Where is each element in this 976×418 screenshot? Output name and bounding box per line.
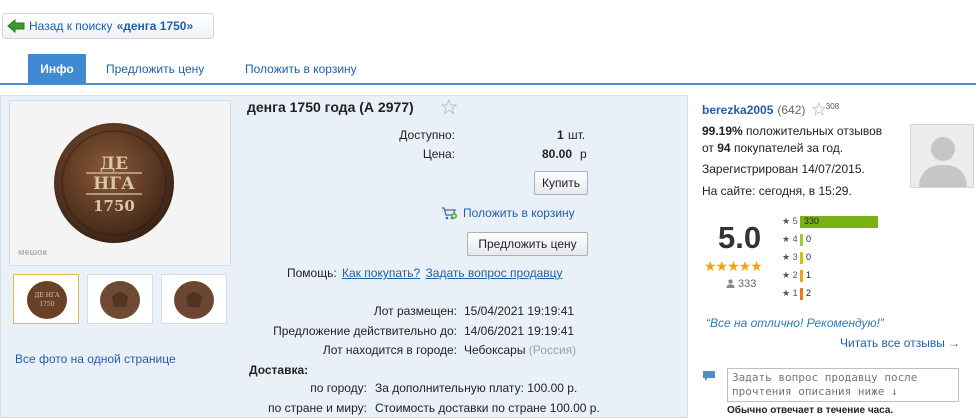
ask-seller-link[interactable]: Задать вопрос продавцу: [426, 266, 563, 280]
rating-row-count: 2: [806, 288, 812, 298]
seller-count: (642): [777, 103, 806, 117]
tab-underline: [0, 83, 976, 85]
review-count-value: 333: [738, 278, 757, 290]
price-label: Цена:: [422, 147, 455, 161]
available-unit: шт.: [568, 128, 586, 142]
delivery-city-label: по городу:: [310, 381, 367, 395]
price-value: 80.00: [542, 147, 573, 161]
rating-bar: [800, 252, 803, 264]
ask-seller-input[interactable]: [727, 368, 959, 402]
coin-image: ДЕ НГА 1750: [10, 101, 230, 265]
rating-bar: [800, 288, 803, 300]
rating-row-count: 330: [804, 216, 820, 226]
svg-text:НГА: НГА: [93, 174, 135, 194]
seller-name-link[interactable]: berezka2005: [702, 103, 773, 117]
buyers-line: от 94 покупателей за год.: [702, 141, 843, 155]
rating-row-stars: ★ 1: [782, 288, 798, 298]
lot-title: денга 1750 года (А 2977): [247, 99, 414, 115]
rating-bar: [800, 234, 803, 246]
rating-row-count: 0: [806, 234, 812, 244]
delivery-world-value: Стоимость доставки по стране 100.00 р.: [375, 401, 600, 415]
posted-value: 15/04/2021 19:19:41: [464, 304, 575, 318]
arrow-left-icon: [7, 19, 25, 33]
location-label: Лот находится в городе:: [322, 343, 457, 357]
svg-text:1750: 1750: [39, 301, 54, 308]
location-city: Чебоксары: [464, 343, 526, 357]
rating-row-stars: ★ 4: [782, 234, 798, 244]
svg-text:ДЕ: ДЕ: [100, 154, 128, 174]
seller-header: berezka2005 (642) 308: [702, 101, 840, 119]
buyers-count: 94: [717, 141, 731, 155]
back-label: Назад к поиску: [29, 19, 113, 33]
posted-label: Лот размещен:: [373, 304, 457, 318]
rating-row-stars: ★ 5: [782, 216, 798, 226]
svg-text:1750: 1750: [93, 197, 135, 215]
thumbnail-strip: ДЕ НГА 1750: [9, 274, 231, 324]
available-label: Доступно:: [399, 128, 455, 142]
help-row: Помощь: Как покупать? Задать вопрос прод…: [287, 266, 563, 280]
rating-score: 5.0: [718, 220, 762, 255]
how-to-buy-link[interactable]: Как покупать?: [342, 266, 420, 280]
valid-until-value: 14/06/2021 19:19:41: [464, 324, 575, 338]
add-to-cart-label: Положить в корзину: [463, 206, 575, 220]
lot-panel: ДЕ НГА 1750 мешок ДЕ НГА 1750 Все фото н…: [0, 95, 688, 418]
buy-button[interactable]: Купить: [534, 171, 588, 195]
user-placeholder-icon: [911, 125, 973, 187]
photo-watermark: мешок: [18, 247, 48, 257]
read-all-reviews-link[interactable]: Читать все отзывы →: [840, 336, 960, 350]
thumbnail-1[interactable]: ДЕ НГА 1750: [13, 274, 79, 324]
all-photos-link[interactable]: Все фото на одной странице: [15, 352, 176, 366]
delivery-city-value: За дополнительную плату: 100.00 р.: [375, 381, 578, 395]
available-qty: 1: [557, 128, 564, 142]
delivery-title: Доставка:: [249, 363, 309, 377]
buyers-text: покупателей за год.: [733, 141, 844, 155]
seller-star-icon[interactable]: [811, 101, 827, 119]
rating-row-stars: ★ 2: [782, 270, 798, 280]
cart-add-icon: [442, 207, 457, 220]
price-currency: р: [580, 147, 587, 161]
add-to-cart-link[interactable]: Положить в корзину: [441, 206, 575, 220]
tab-bar: Инфо Предложить цену Положить в корзину: [0, 54, 976, 85]
tab-make-offer[interactable]: Предложить цену: [94, 54, 216, 84]
from-label: от: [702, 141, 714, 155]
last-review-quote: “Все на отлично! Рекомендую!”: [706, 316, 884, 330]
valid-until-label: Предложение действительно до:: [273, 324, 457, 338]
seller-star-count: 308: [825, 102, 840, 111]
positive-text: положительных отзывов: [746, 124, 883, 138]
rating-stars-icon: ★★★★★: [704, 258, 763, 274]
delivery-world-label: по стране и миру:: [268, 401, 367, 415]
rating-row-stars: ★ 3: [782, 252, 798, 262]
thumbnail-2[interactable]: [87, 274, 153, 324]
registered-date: Зарегистрирован 14/07/2015.: [702, 162, 865, 176]
positive-percent: 99.19%: [702, 124, 743, 138]
reply-time-note: Обычно отвечает в течение часа.: [727, 405, 894, 416]
online-status: На сайте: сегодня, в 15:29.: [702, 184, 852, 198]
svg-text:ДЕ НГА: ДЕ НГА: [35, 292, 60, 299]
tab-info[interactable]: Инфо: [28, 54, 86, 84]
back-to-search-button[interactable]: Назад к поиску «денга 1750»: [2, 13, 214, 39]
seller-avatar[interactable]: [910, 124, 974, 188]
rating-bar: [800, 270, 803, 282]
positive-feedback-line: 99.19% положительных отзывов: [702, 124, 882, 138]
search-query: «денга 1750»: [116, 19, 194, 33]
location-country: (Россия): [528, 343, 577, 357]
make-offer-button[interactable]: Предложить цену: [467, 232, 588, 256]
thumbnail-3[interactable]: [161, 274, 227, 324]
review-count: 333: [726, 278, 756, 291]
rating-row-count: 1: [806, 270, 812, 280]
tab-add-to-cart[interactable]: Положить в корзину: [233, 54, 369, 84]
main-photo[interactable]: ДЕ НГА 1750 мешок: [9, 100, 231, 266]
location-value: Чебоксары (Россия): [464, 343, 576, 357]
favorite-star-icon[interactable]: [440, 98, 458, 118]
person-icon: [726, 279, 735, 291]
help-label: Помощь:: [287, 266, 337, 280]
chat-bubble-icon: [702, 370, 716, 385]
rating-row-count: 0: [806, 252, 812, 262]
